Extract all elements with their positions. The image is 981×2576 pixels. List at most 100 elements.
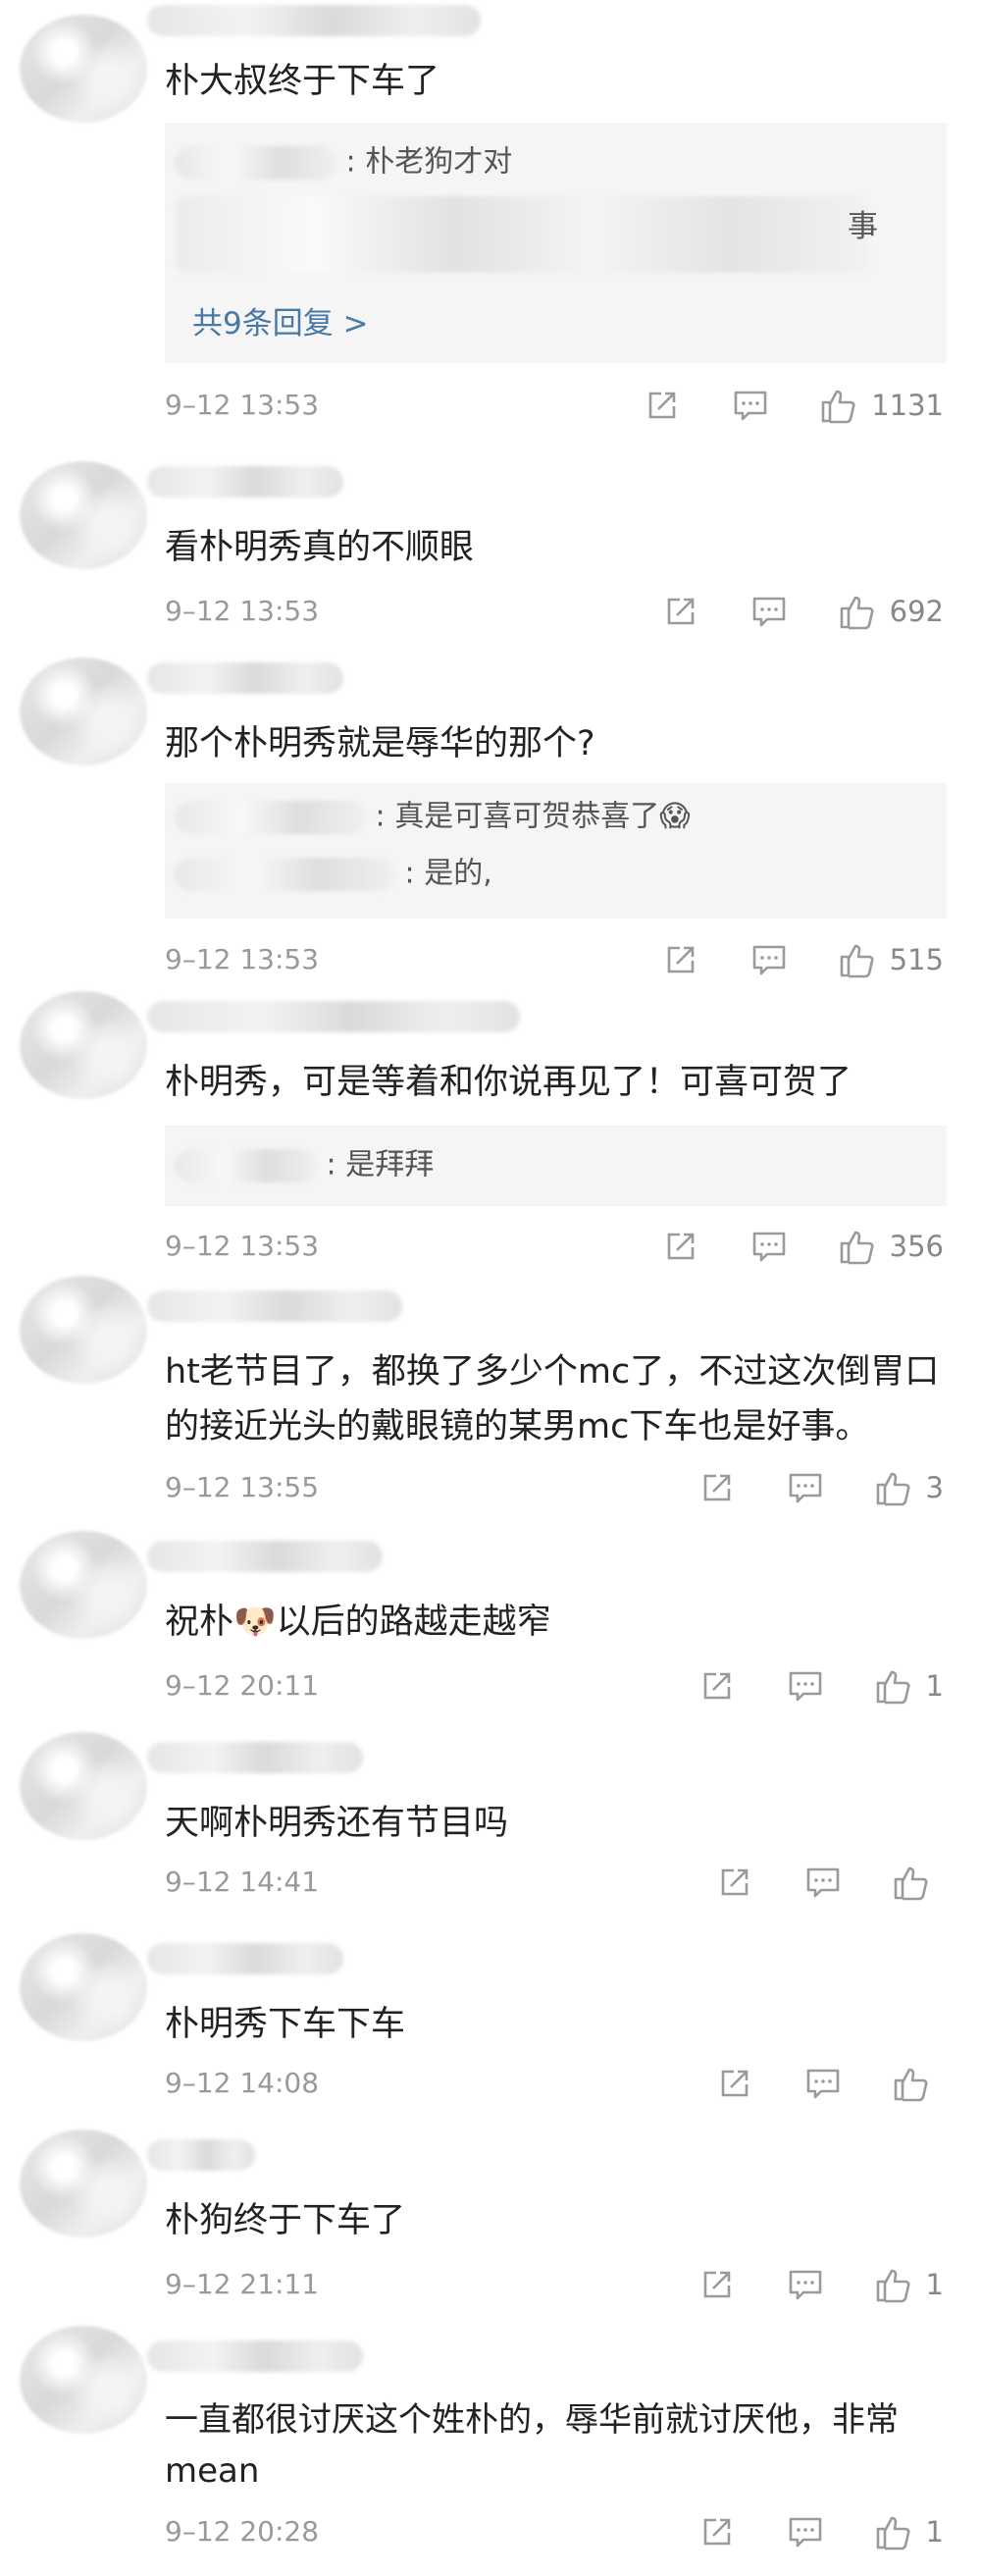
avatar[interactable] <box>20 2129 147 2237</box>
share-icon[interactable] <box>658 937 703 982</box>
comment-meta: 9–12 20:28 1 <box>165 2509 944 2554</box>
share-icon[interactable] <box>695 1465 740 1510</box>
comment-icon[interactable] <box>783 2262 828 2307</box>
reply-list[interactable]: : 真是可喜可贺恭喜了😱 : 是的, <box>165 783 947 919</box>
comment-time: 9–12 13:53 <box>165 595 320 627</box>
comment-icon[interactable] <box>747 589 792 634</box>
comment-time: 9–12 14:08 <box>165 2067 320 2099</box>
comment-item: 祝朴🐶以后的路越走越窄 9–12 20:11 1 <box>0 1521 981 1717</box>
username[interactable] <box>147 5 481 36</box>
comment-text: ht老节目了，都换了多少个mc了，不过这次倒胃口的接近光头的戴眼镜的某男mc下车… <box>165 1352 940 1446</box>
like-count: 356 <box>889 1230 944 1263</box>
avatar[interactable] <box>20 991 147 1099</box>
comment-text: 天啊朴明秀还有节目吗 <box>165 1804 509 1843</box>
like-count: 1131 <box>871 389 944 422</box>
comment-icon[interactable] <box>728 383 773 428</box>
thumbs-up-icon[interactable] <box>889 1860 934 1905</box>
username[interactable] <box>147 2340 363 2372</box>
comment-time: 9–12 13:53 <box>165 1230 320 1262</box>
more-replies-link[interactable]: 共9条回复 > <box>192 304 369 343</box>
comment-text: 朴狗终于下车了 <box>165 2201 406 2240</box>
reply-list[interactable]: : 是拜拜 <box>165 1126 947 1206</box>
thumbs-up-icon[interactable] <box>835 937 880 982</box>
comment-actions <box>669 2061 944 2106</box>
comment-text: 朴明秀，可是等着和你说再见了！可喜可贺了 <box>165 1063 852 1102</box>
reply-item[interactable]: : 朴老狗才对 <box>165 142 947 183</box>
thumbs-up-icon[interactable] <box>816 383 861 428</box>
avatar[interactable] <box>20 1933 147 2041</box>
reply-username <box>175 857 395 891</box>
avatar[interactable] <box>20 1531 147 1639</box>
comment-item: 一直都很讨厌这个姓朴的，辱华前就讨厌他，非常mean 9–12 20:28 1 <box>0 2311 981 2576</box>
comment-text: 朴大叔终于下车了 <box>165 62 440 101</box>
username[interactable] <box>147 1290 402 1322</box>
avatar[interactable] <box>20 461 147 569</box>
comment-icon[interactable] <box>747 1224 792 1269</box>
comment-meta: 9–12 21:11 1 <box>165 2262 944 2307</box>
avatar[interactable] <box>20 15 147 123</box>
comment-time: 9–12 13:53 <box>165 943 320 975</box>
username[interactable] <box>147 1001 520 1032</box>
share-icon[interactable] <box>695 2262 740 2307</box>
reply-item[interactable]: : 是的, <box>165 854 947 894</box>
comment-actions: 1 <box>651 2262 944 2307</box>
username[interactable] <box>147 466 343 498</box>
comment-item: 朴大叔终于下车了 : 朴老狗才对 事 共9条回复 > 9–12 13:53 11… <box>0 0 981 432</box>
share-icon[interactable] <box>658 589 703 634</box>
thumbs-up-icon[interactable] <box>871 1663 916 1709</box>
comment-meta: 9–12 20:11 1 <box>165 1663 944 1709</box>
comment-actions: 1 <box>651 2509 944 2554</box>
username[interactable] <box>147 1742 363 1773</box>
username[interactable] <box>147 662 343 694</box>
comment-text: 朴明秀下车下车 <box>165 2005 406 2044</box>
share-icon[interactable] <box>658 1224 703 1269</box>
comment-time: 9–12 21:11 <box>165 2268 320 2300</box>
reply-username <box>175 145 336 180</box>
comment-item: 那个朴明秀就是辱华的那个? : 真是可喜可贺恭喜了😱 : 是的, 9–12 13… <box>0 638 981 991</box>
comment-actions: 515 <box>615 937 944 982</box>
comment-actions <box>669 1860 944 1905</box>
reply-trailing-text: 事 <box>848 209 878 244</box>
username[interactable] <box>147 2139 255 2171</box>
share-icon[interactable] <box>712 1860 757 1905</box>
thumbs-up-icon[interactable] <box>835 1224 880 1269</box>
comment-item: 朴狗终于下车了 9–12 21:11 1 <box>0 2115 981 2311</box>
comment-actions: 692 <box>615 589 944 634</box>
username[interactable] <box>147 1541 383 1572</box>
comment-icon[interactable] <box>783 1465 828 1510</box>
comment-meta: 9–12 13:53 692 <box>165 589 944 634</box>
comment-icon[interactable] <box>747 937 792 982</box>
avatar[interactable] <box>20 657 147 765</box>
reply-item[interactable]: : 真是可喜可贺恭喜了😱 <box>165 797 947 837</box>
comment-icon[interactable] <box>800 1860 846 1905</box>
thumbs-up-icon[interactable] <box>871 2509 916 2554</box>
comment-icon[interactable] <box>783 2509 828 2554</box>
thumbs-up-icon[interactable] <box>871 2262 916 2307</box>
reply-list[interactable]: : 朴老狗才对 事 共9条回复 > <box>165 123 947 363</box>
comment-item: 朴明秀下车下车 9–12 14:08 <box>0 1914 981 2115</box>
thumbs-up-icon[interactable] <box>835 589 880 634</box>
reply-content: : 是的, <box>404 856 492 891</box>
username[interactable] <box>147 1943 343 1974</box>
share-icon[interactable] <box>695 1663 740 1709</box>
thumbs-up-icon[interactable] <box>871 1465 916 1510</box>
comment-item: 天啊朴明秀还有节目吗 9–12 14:41 <box>0 1717 981 1914</box>
share-icon[interactable] <box>640 383 685 428</box>
comment-time: 9–12 13:55 <box>165 1471 320 1503</box>
like-count: 515 <box>889 943 944 976</box>
comment-icon[interactable] <box>783 1663 828 1709</box>
comment-text: 那个朴明秀就是辱华的那个? <box>165 724 595 763</box>
thumbs-up-icon[interactable] <box>889 2061 934 2106</box>
like-count: 1 <box>925 2515 944 2549</box>
reply-content: : 是拜拜 <box>326 1147 435 1183</box>
comment-icon[interactable] <box>800 2061 846 2106</box>
avatar[interactable] <box>20 1732 147 1840</box>
comment-actions: 1131 <box>596 383 944 428</box>
comment-meta: 9–12 13:53 356 <box>165 1224 944 1269</box>
blurred-reply <box>177 196 868 273</box>
avatar[interactable] <box>20 2326 147 2434</box>
share-icon[interactable] <box>695 2509 740 2554</box>
share-icon[interactable] <box>712 2061 757 2106</box>
avatar[interactable] <box>20 1276 147 1384</box>
reply-item[interactable]: : 是拜拜 <box>165 1145 947 1185</box>
